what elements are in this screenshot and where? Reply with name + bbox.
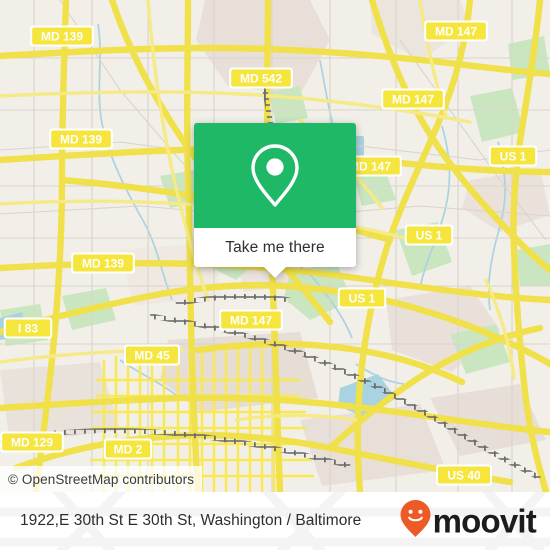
road-shield-label: MD 45	[134, 349, 170, 363]
road-shield-label: US 40	[447, 469, 481, 483]
road-shield: US 1	[488, 145, 538, 167]
road-shield: MD 542	[229, 67, 293, 89]
road-shield-label: US 1	[349, 292, 376, 306]
road-shield-label: MD 2	[114, 443, 143, 457]
road-shield: MD 2	[103, 438, 153, 460]
road-shield-label: MD 147	[230, 314, 272, 328]
road-shield-label: MD 139	[41, 30, 83, 44]
road-shield-label: US 1	[416, 229, 443, 243]
road-shield-label: MD 147	[392, 93, 434, 107]
map-attribution[interactable]: © OpenStreetMap contributors	[0, 466, 203, 492]
map-popup-card[interactable]: Take me there	[194, 123, 356, 278]
take-me-there-button[interactable]: Take me there	[194, 228, 356, 278]
road-shield: MD 147	[424, 20, 488, 42]
moovit-logo[interactable]: moovit	[399, 499, 537, 544]
road-shield: US 1	[404, 224, 454, 246]
moovit-smiley-pin-icon	[399, 499, 432, 544]
take-me-there-label: Take me there	[225, 238, 325, 256]
road-shield-label: MD 139	[60, 133, 102, 147]
road-shield: MD 45	[124, 344, 180, 366]
location-pin-icon	[247, 142, 303, 210]
road-shield: I 83	[3, 317, 53, 339]
road-shield: MD 147	[219, 309, 283, 331]
popup-image-area	[194, 123, 356, 228]
road-shield: MD 139	[30, 25, 94, 47]
location-address-label: 1922,E 30th St E 30th St, Washington / B…	[20, 512, 362, 529]
road-shield: MD 129	[0, 431, 64, 453]
road-shield-label: MD 129	[11, 436, 53, 450]
road-shield: MD 147	[381, 88, 445, 110]
moovit-wordmark: moovit	[432, 502, 537, 540]
road-shield-label: MD 542	[240, 72, 282, 86]
road-shield: MD 139	[71, 252, 135, 274]
road-shield: MD 139	[49, 128, 113, 150]
footer-bar: 1922,E 30th St E 30th St, Washington / B…	[0, 492, 550, 550]
road-shield-label: MD 147	[435, 25, 477, 39]
popup-tail-pointer	[264, 267, 286, 278]
road-shield-label: I 83	[18, 322, 38, 336]
road-shield: US 40	[436, 464, 492, 486]
road-shield: US 1	[337, 287, 387, 309]
moovit-map-screenshot: MD 139 MD 147 MD 542 MD 147 MD 139 MD 147 US 1…	[0, 0, 550, 550]
road-shield-label: US 1	[500, 150, 527, 164]
road-shield-label: MD 139	[82, 257, 124, 271]
